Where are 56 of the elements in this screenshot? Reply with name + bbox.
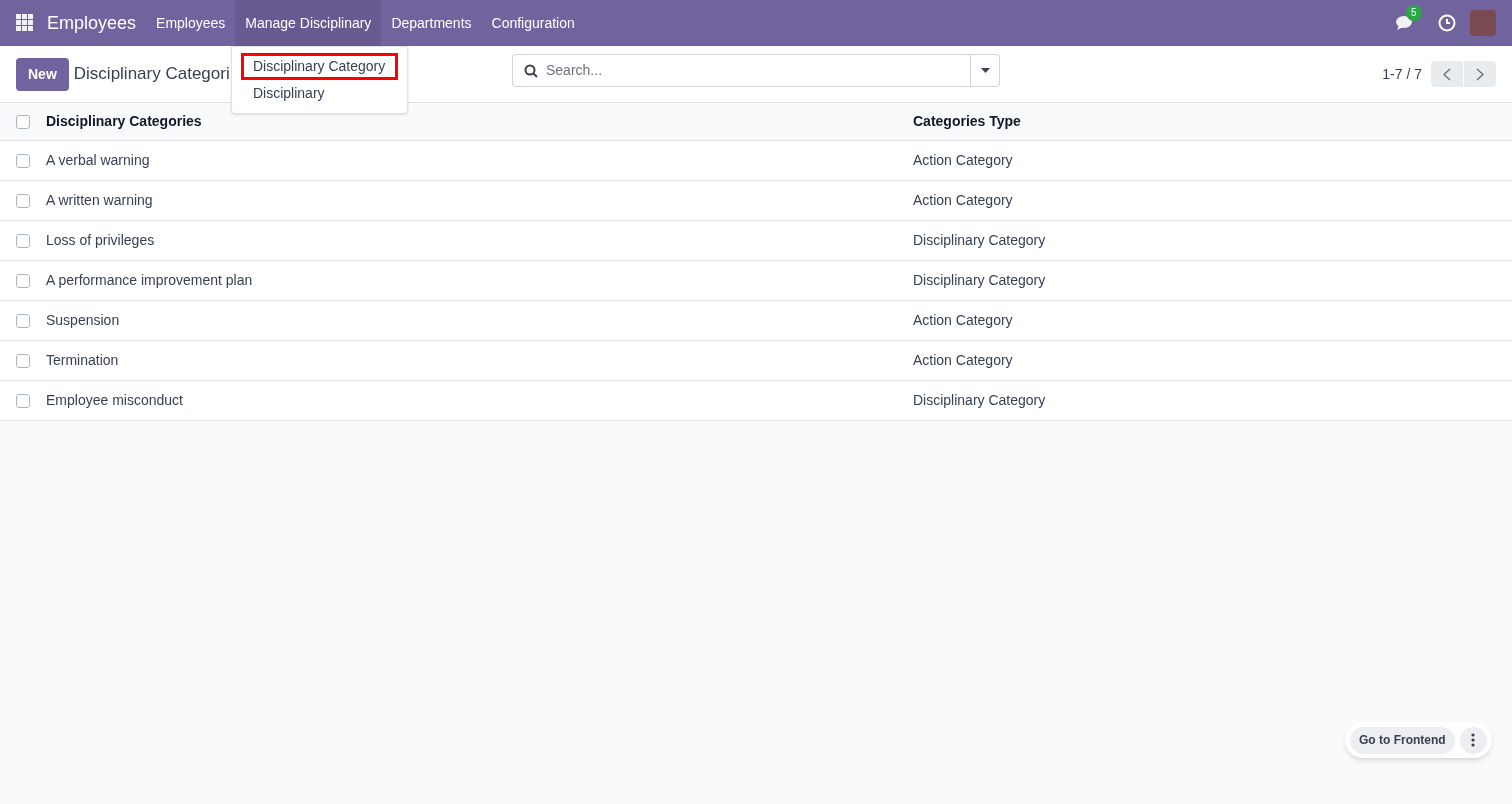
menu-item[interactable]: Employees xyxy=(146,0,236,46)
message-count-badge: 5 xyxy=(1406,5,1422,21)
clock-icon[interactable] xyxy=(1438,14,1456,32)
table-cell-text: Disciplinary Category xyxy=(913,231,1046,250)
menu-item[interactable]: Departments xyxy=(381,0,482,46)
kebab-icon xyxy=(1471,733,1476,747)
table-cell-text: Loss of privileges xyxy=(46,231,156,250)
column-header[interactable]: Disciplinary Categories xyxy=(46,111,913,132)
table-row[interactable]: Employee misconduct Disciplinary Category xyxy=(0,381,1512,421)
next-page-button[interactable] xyxy=(1464,61,1496,87)
row-checkbox[interactable] xyxy=(16,353,30,368)
more-options-button[interactable] xyxy=(1459,726,1487,754)
row-checkbox[interactable] xyxy=(16,393,30,408)
page-title: Disciplinary Categori xyxy=(73,63,230,86)
user-avatar[interactable] xyxy=(1470,10,1496,36)
row-checkbox[interactable] xyxy=(16,273,30,288)
table-row[interactable]: Termination Action Category xyxy=(0,341,1512,381)
search-icon xyxy=(524,63,538,78)
dropdown-item[interactable]: Disciplinary xyxy=(241,80,398,107)
table-cell-text: A written warning xyxy=(46,191,154,210)
row-checkbox[interactable] xyxy=(16,313,30,328)
table-row[interactable]: A written warning Action Category xyxy=(0,181,1512,221)
search-field[interactable]: Search... xyxy=(546,60,970,81)
menu-item[interactable]: Manage Disciplinary xyxy=(235,0,382,46)
table-cell-text: Suspension xyxy=(46,311,121,330)
menu-item[interactable]: Configuration xyxy=(481,0,585,46)
apps-grid-icon[interactable] xyxy=(16,14,34,32)
chevron-left-icon xyxy=(1443,67,1451,81)
table-cell-text: Disciplinary Category xyxy=(913,391,1046,410)
table-cell-text: Action Category xyxy=(913,151,1013,170)
table-cell-text: Action Category xyxy=(913,351,1013,370)
table-cell-text: Action Category xyxy=(913,191,1013,210)
table-cell-text: Disciplinary Category xyxy=(913,271,1046,290)
table-row[interactable]: Suspension Action Category xyxy=(0,301,1512,341)
table-cell-text: Termination xyxy=(46,351,120,370)
row-checkbox[interactable] xyxy=(16,233,30,248)
table-cell-text: Action Category xyxy=(913,311,1013,330)
caret-icon xyxy=(980,68,990,73)
table-cell-text: A performance improvement plan xyxy=(46,271,254,290)
table-cell-text: A verbal warning xyxy=(46,151,151,170)
table-row[interactable]: Loss of privileges Disciplinary Category xyxy=(0,221,1512,261)
new-button[interactable]: New xyxy=(16,57,69,91)
previous-page-button[interactable] xyxy=(1431,61,1463,87)
search-bar[interactable]: Search... xyxy=(512,54,1000,87)
row-checkbox[interactable] xyxy=(16,114,30,129)
chevron-right-icon xyxy=(1476,67,1484,81)
table-row[interactable]: A verbal warning Action Category xyxy=(0,141,1512,181)
go-to-frontend-button[interactable]: Go to Frontend xyxy=(1350,726,1455,754)
dropdown-item[interactable]: Disciplinary Category xyxy=(241,53,398,80)
pager-value[interactable]: 1-7 / 7 xyxy=(1382,63,1422,85)
column-header[interactable]: Categories Type xyxy=(913,111,1021,132)
row-checkbox[interactable] xyxy=(16,153,30,168)
row-checkbox[interactable] xyxy=(16,193,30,208)
table-row[interactable]: A performance improvement plan Disciplinary Category xyxy=(0,261,1512,301)
app-name[interactable]: Employees xyxy=(47,9,137,37)
table-cell-text: Employee misconduct xyxy=(46,391,184,410)
